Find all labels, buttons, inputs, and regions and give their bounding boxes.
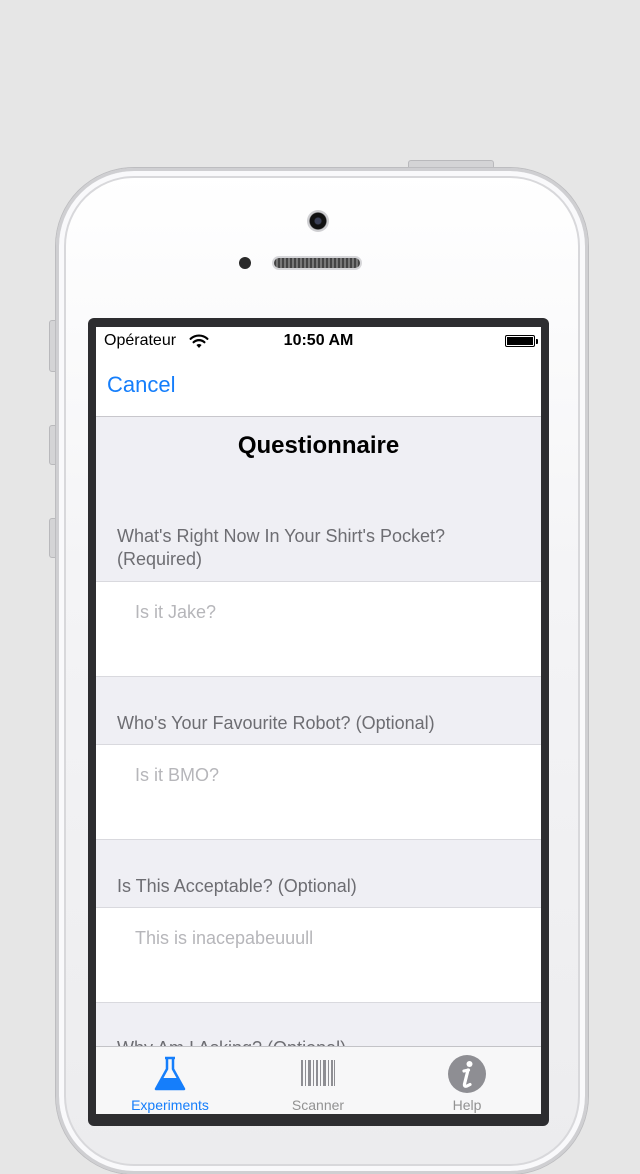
question-label: Is This Acceptable? (Optional) (117, 876, 357, 896)
page-title: Questionnaire (237, 432, 400, 459)
earpiece-speaker (272, 256, 362, 270)
tab-label: Experiments (131, 1097, 209, 1113)
tab-label: Help (452, 1097, 482, 1113)
tab-scanner[interactable]: Scanner (244, 1047, 392, 1114)
tab-experiments[interactable]: Experiments (96, 1047, 244, 1114)
proximity-sensor (239, 257, 251, 269)
answer-input-robot[interactable] (96, 745, 541, 839)
tab-bar: Experiments Scanner Help (96, 1046, 541, 1114)
answer-field (96, 907, 541, 1003)
cancel-button[interactable]: Cancel (107, 372, 175, 398)
question-label: Who's Your Favourite Robot? (Optional) (117, 713, 435, 733)
tab-help[interactable]: Help (393, 1047, 541, 1114)
info-icon (448, 1055, 486, 1093)
front-camera (307, 210, 329, 232)
tab-label: Scanner (291, 1097, 345, 1113)
status-time: 10:50 AM (283, 332, 354, 349)
answer-field (96, 744, 541, 840)
flask-icon (154, 1056, 186, 1091)
question-label: What's Right Now In Your Shirt's Pocket?… (117, 526, 446, 569)
answer-field (96, 581, 541, 677)
screen: Opérateur 10:50 AM Cancel Questionnaire … (96, 327, 541, 1114)
navigation-bar: Cancel (96, 357, 541, 417)
answer-input-pocket[interactable] (96, 582, 541, 676)
battery-icon (505, 335, 538, 347)
barcode-icon (301, 1060, 335, 1086)
status-bar: Opérateur 10:50 AM (96, 327, 541, 357)
answer-input-acceptable[interactable] (96, 908, 541, 1002)
